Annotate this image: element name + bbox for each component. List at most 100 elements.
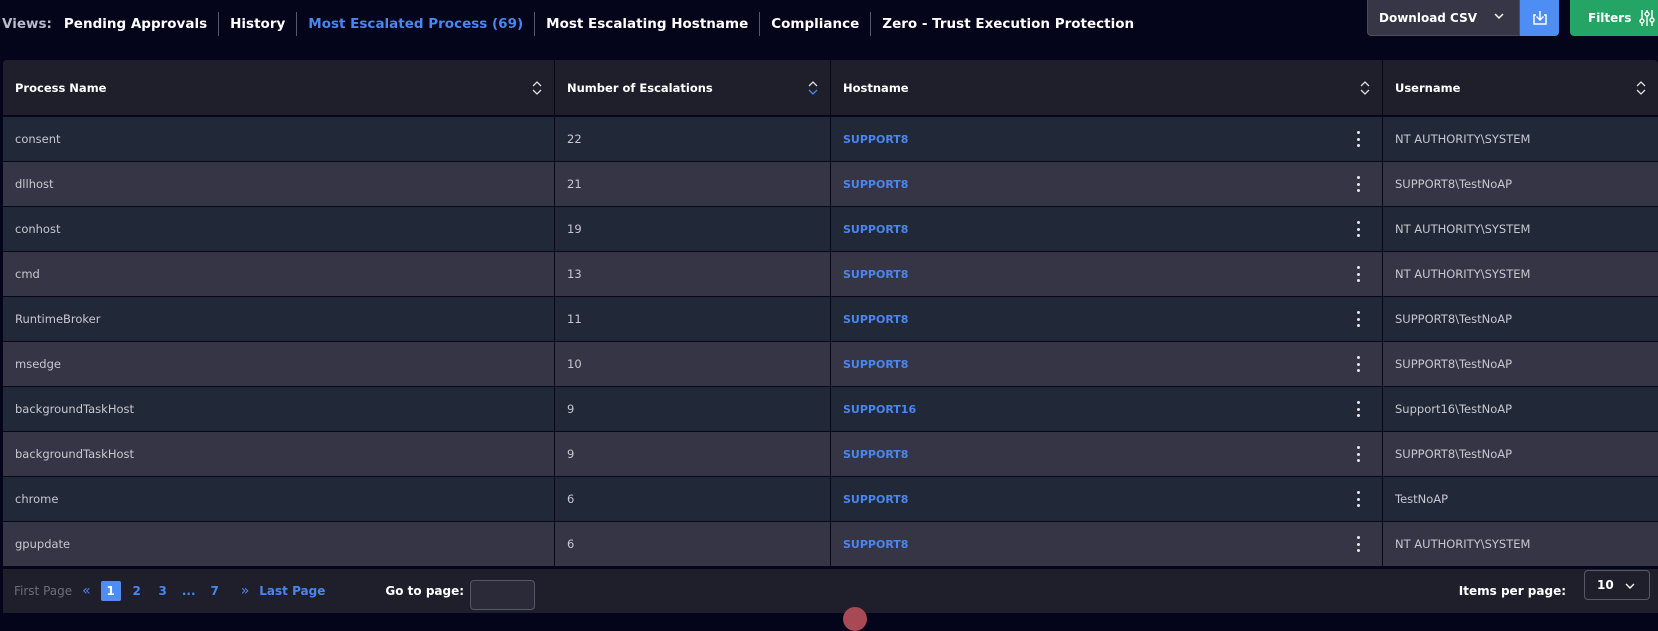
download-format-label: Download CSV bbox=[1379, 10, 1478, 25]
download-button[interactable] bbox=[1520, 0, 1559, 36]
hostname-cell: SUPPORT8 bbox=[831, 477, 1383, 521]
column-header-process-name[interactable]: Process Name bbox=[3, 60, 555, 115]
items-per-page-select[interactable]: 10 bbox=[1584, 570, 1650, 600]
username-cell: NT AUTHORITY\SYSTEM bbox=[1395, 267, 1531, 281]
username-cell: TestNoAP bbox=[1395, 492, 1449, 506]
column-header-escalations[interactable]: Number of Escalations bbox=[555, 60, 831, 115]
views-tabs: Views: Pending Approvals History Most Es… bbox=[2, 12, 1145, 36]
hostname-cell: SUPPORT8 bbox=[831, 117, 1383, 161]
escalations-cell: 22 bbox=[555, 117, 831, 161]
table-row[interactable]: consent 22 SUPPORT8 NT AUTHORITY\SYSTEM bbox=[3, 117, 1658, 162]
hostname-link[interactable]: SUPPORT8 bbox=[843, 493, 908, 506]
sort-icon[interactable] bbox=[532, 80, 542, 96]
filters-label: Filters bbox=[1588, 11, 1632, 25]
notification-indicator bbox=[843, 607, 867, 631]
previous-page-icon[interactable]: « bbox=[82, 583, 91, 599]
process-name-cell: backgroundTaskHost bbox=[3, 387, 555, 431]
more-actions-icon[interactable] bbox=[1356, 311, 1360, 327]
username-cell: SUPPORT8\TestNoAP bbox=[1395, 177, 1513, 191]
more-actions-icon[interactable] bbox=[1356, 446, 1360, 462]
process-name-cell: consent bbox=[3, 117, 555, 161]
page-button-2[interactable]: 2 bbox=[127, 581, 147, 601]
hostname-link[interactable]: SUPPORT8 bbox=[843, 133, 908, 146]
hostname-cell: SUPPORT8 bbox=[831, 252, 1383, 296]
items-per-page-label: Items per page: bbox=[1458, 584, 1566, 598]
process-name-cell: dllhost bbox=[3, 162, 555, 206]
page-button-1[interactable]: 1 bbox=[100, 581, 121, 601]
tab-zero-trust[interactable]: Zero - Trust Execution Protection bbox=[870, 12, 1145, 36]
username-cell: Support16\TestNoAP bbox=[1395, 402, 1513, 416]
table-row[interactable]: backgroundTaskHost 9 SUPPORT16 Support16\Te… bbox=[3, 387, 1658, 432]
more-actions-icon[interactable] bbox=[1356, 491, 1360, 507]
hostname-cell: SUPPORT8 bbox=[831, 297, 1383, 341]
username-cell: NT AUTHORITY\SYSTEM bbox=[1395, 222, 1531, 236]
tab-pending-approvals[interactable]: Pending Approvals bbox=[64, 12, 218, 36]
more-actions-icon[interactable] bbox=[1356, 131, 1360, 147]
table-row[interactable]: backgroundTaskHost 9 SUPPORT8 SUPPORT8\Test… bbox=[3, 432, 1658, 477]
go-to-page-input[interactable] bbox=[470, 579, 536, 610]
sort-icon[interactable] bbox=[1636, 80, 1646, 96]
pagination: First Page « 1 2 3 ... 7 » Last Page Go … bbox=[3, 569, 1658, 613]
process-name-cell: RuntimeBroker bbox=[3, 297, 555, 341]
process-name-cell: conhost bbox=[3, 207, 555, 251]
hostname-cell: SUPPORT8 bbox=[831, 432, 1383, 476]
table-row[interactable]: dllhost 21 SUPPORT8 SUPPORT8\TestNoAP bbox=[3, 162, 1658, 207]
page-ellipsis: ... bbox=[181, 584, 196, 598]
views-label: Views: bbox=[2, 16, 52, 32]
last-page-link[interactable]: Last Page bbox=[259, 584, 325, 598]
table-row[interactable]: chrome 6 SUPPORT8 TestNoAP bbox=[3, 477, 1658, 522]
tab-most-escalating-hostname[interactable]: Most Escalating Hostname bbox=[534, 12, 759, 36]
process-name-cell: cmd bbox=[3, 252, 555, 296]
hostname-link[interactable]: SUPPORT8 bbox=[843, 178, 908, 191]
table-row[interactable]: gpupdate 6 SUPPORT8 NT AUTHORITY\SYSTEM bbox=[3, 522, 1658, 567]
username-cell: SUPPORT8\TestNoAP bbox=[1395, 447, 1513, 461]
hostname-link[interactable]: SUPPORT8 bbox=[843, 448, 908, 461]
top-bar: Views: Pending Approvals History Most Es… bbox=[0, 0, 1658, 58]
escalations-cell: 9 bbox=[555, 432, 831, 476]
table-row[interactable]: cmd 13 SUPPORT8 NT AUTHORITY\SYSTEM bbox=[3, 252, 1658, 297]
escalations-table: Process Name Number of Escalations Hostn… bbox=[3, 60, 1658, 567]
tab-most-escalated-process[interactable]: Most Escalated Process (69) bbox=[296, 12, 534, 36]
more-actions-icon[interactable] bbox=[1356, 401, 1360, 417]
hostname-cell: SUPPORT8 bbox=[831, 342, 1383, 386]
username-cell: SUPPORT8\TestNoAP bbox=[1395, 357, 1513, 371]
filters-button[interactable]: Filters bbox=[1570, 0, 1658, 36]
hostname-link[interactable]: SUPPORT8 bbox=[843, 313, 908, 326]
hostname-link[interactable]: SUPPORT8 bbox=[843, 358, 908, 371]
username-cell: NT AUTHORITY\SYSTEM bbox=[1395, 537, 1531, 551]
table-header-row: Process Name Number of Escalations Hostn… bbox=[3, 60, 1658, 117]
more-actions-icon[interactable] bbox=[1356, 536, 1360, 552]
download-format-select[interactable]: Download CSV bbox=[1367, 0, 1520, 36]
more-actions-icon[interactable] bbox=[1356, 176, 1360, 192]
tab-compliance[interactable]: Compliance bbox=[759, 12, 870, 36]
more-actions-icon[interactable] bbox=[1356, 356, 1360, 372]
hostname-link[interactable]: SUPPORT8 bbox=[843, 538, 908, 551]
page-button-7[interactable]: 7 bbox=[205, 581, 225, 601]
column-header-username[interactable]: Username bbox=[1383, 60, 1658, 115]
process-name-cell: backgroundTaskHost bbox=[3, 432, 555, 476]
download-icon bbox=[1532, 11, 1547, 25]
hostname-cell: SUPPORT16 bbox=[831, 387, 1383, 431]
hostname-link[interactable]: SUPPORT8 bbox=[843, 223, 908, 236]
page-button-3[interactable]: 3 bbox=[153, 581, 173, 601]
table-row[interactable]: RuntimeBroker 11 SUPPORT8 SUPPORT8\TestNoAP bbox=[3, 297, 1658, 342]
table-row[interactable]: msedge 10 SUPPORT8 SUPPORT8\TestNoAP bbox=[3, 342, 1658, 387]
tab-history[interactable]: History bbox=[218, 12, 296, 36]
column-header-hostname[interactable]: Hostname bbox=[831, 60, 1383, 115]
chevron-down-icon bbox=[1625, 583, 1635, 589]
escalations-cell: 6 bbox=[555, 477, 831, 521]
first-page-link[interactable]: First Page bbox=[14, 584, 72, 598]
hostname-link[interactable]: SUPPORT8 bbox=[843, 268, 908, 281]
table-row[interactable]: conhost 19 SUPPORT8 NT AUTHORITY\SYSTEM bbox=[3, 207, 1658, 252]
more-actions-icon[interactable] bbox=[1356, 221, 1360, 237]
process-name-cell: chrome bbox=[3, 477, 555, 521]
sort-descending-icon[interactable] bbox=[808, 80, 818, 96]
more-actions-icon[interactable] bbox=[1356, 266, 1360, 282]
next-page-icon[interactable]: » bbox=[241, 583, 250, 599]
escalations-cell: 19 bbox=[555, 207, 831, 251]
escalations-cell: 9 bbox=[555, 387, 831, 431]
hostname-link[interactable]: SUPPORT16 bbox=[843, 403, 916, 416]
sort-icon[interactable] bbox=[1360, 80, 1370, 96]
sliders-icon bbox=[1639, 10, 1656, 26]
escalations-cell: 10 bbox=[555, 342, 831, 386]
